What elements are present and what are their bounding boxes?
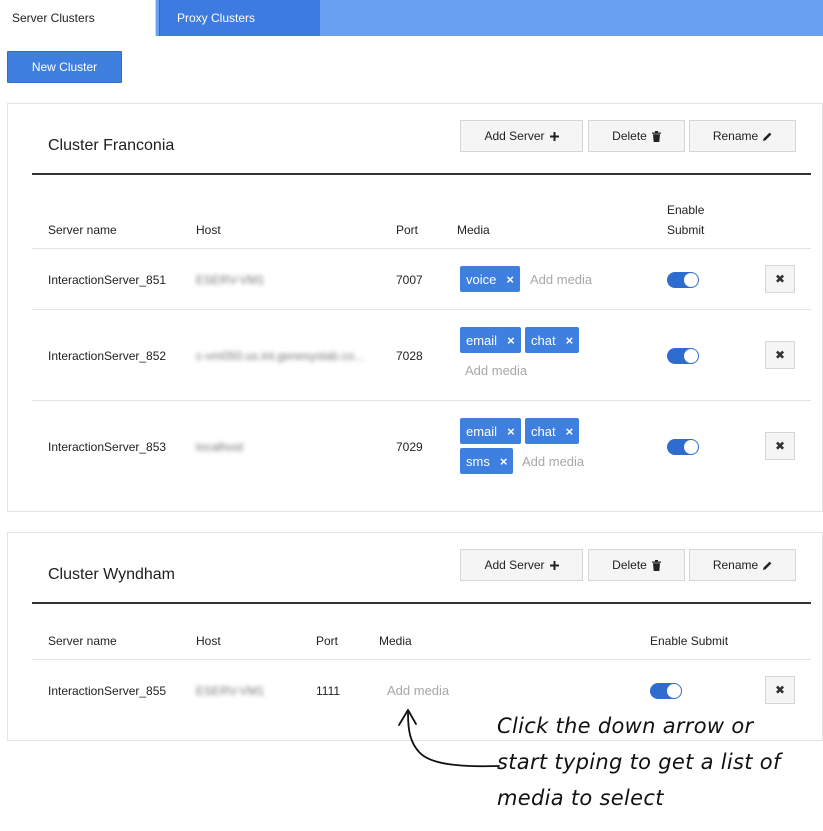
cluster-card-franconia: Cluster Franconia Add Server Delete Rena… — [7, 103, 823, 512]
annotation-line: start typing to get a list of — [497, 750, 781, 774]
delete-label: Delete — [612, 558, 647, 572]
remove-media-icon[interactable]: × — [507, 424, 515, 439]
plus-icon — [549, 131, 559, 141]
remove-media-icon[interactable]: × — [566, 424, 574, 439]
close-icon: ✖ — [774, 683, 786, 697]
server-name: InteractionServer_853 — [48, 440, 167, 454]
server-name: InteractionServer_855 — [48, 684, 167, 698]
enable-submit-toggle[interactable] — [667, 348, 699, 364]
media-chip-label: email — [466, 332, 498, 348]
enable-submit-toggle[interactable] — [667, 272, 699, 288]
col-enable-submit: Enable Submit — [667, 200, 704, 240]
delete-button[interactable]: Delete — [588, 120, 685, 152]
toggle-knob — [684, 349, 698, 363]
add-media-input[interactable]: Add media — [530, 272, 592, 287]
col-enable-line1: Enable — [667, 203, 705, 217]
media-chip-label: email — [466, 423, 498, 439]
annotation-arrow — [398, 709, 500, 768]
row-divider — [32, 400, 811, 401]
server-host: ESERV-VM1 — [196, 273, 265, 287]
toggle-knob — [667, 684, 681, 698]
remove-media-icon[interactable]: × — [566, 333, 574, 348]
add-server-label: Add Server — [484, 558, 545, 572]
close-icon: ✖ — [774, 272, 786, 286]
media-chip-label: chat — [531, 332, 556, 348]
header-divider — [32, 659, 811, 660]
pencil-icon — [763, 132, 772, 141]
tab-proxy-clusters[interactable]: Proxy Clusters — [159, 0, 320, 36]
media-chip-email: email × — [460, 327, 521, 353]
remove-server-button[interactable]: ✖ — [765, 432, 795, 460]
close-icon: ✖ — [774, 348, 786, 362]
server-port: 1111 — [316, 684, 341, 698]
add-media-input[interactable]: Add media — [522, 454, 584, 469]
trash-icon — [651, 559, 661, 571]
server-port: 7028 — [396, 349, 423, 363]
cluster-divider — [32, 602, 811, 604]
media-chip-label: voice — [466, 271, 497, 287]
annotation-note: Click the down arrow or start typing to … — [497, 708, 807, 816]
col-host: Host — [196, 223, 221, 237]
header-divider — [32, 248, 811, 249]
close-icon: ✖ — [774, 439, 786, 453]
col-enable-line2: Submit — [667, 223, 705, 237]
server-name: InteractionServer_852 — [48, 349, 167, 363]
server-port: 7029 — [396, 440, 423, 454]
media-chip-email: email × — [460, 418, 521, 444]
add-server-button[interactable]: Add Server — [460, 549, 583, 581]
media-chip-chat: chat × — [525, 418, 580, 444]
pencil-icon — [763, 561, 772, 570]
server-host: c-vm050.us.int.genesyslab.co... — [196, 349, 365, 363]
remove-media-icon[interactable]: × — [500, 454, 508, 469]
remove-server-button[interactable]: ✖ — [765, 676, 795, 704]
cluster-divider — [32, 173, 811, 175]
server-name: InteractionServer_851 — [48, 273, 167, 287]
remove-server-button[interactable]: ✖ — [765, 341, 795, 369]
tab-bar: Server Clusters Proxy Clusters — [0, 0, 823, 36]
col-media: Media — [379, 634, 412, 648]
server-host: localhost — [196, 440, 244, 454]
rename-button[interactable]: Rename — [689, 120, 796, 152]
col-server-name: Server name — [48, 634, 117, 648]
add-server-button[interactable]: Add Server — [460, 120, 583, 152]
col-port: Port — [396, 223, 419, 237]
delete-button[interactable]: Delete — [588, 549, 685, 581]
col-media: Media — [457, 223, 490, 237]
rename-label: Rename — [712, 129, 759, 143]
new-cluster-button[interactable]: New Cluster — [7, 51, 122, 83]
col-server-name: Server name — [48, 223, 117, 237]
media-chip-voice: voice × — [460, 266, 520, 292]
col-enable-submit: Enable Submit — [650, 634, 729, 648]
plus-icon — [549, 560, 559, 570]
cluster-title: Cluster Wyndham — [48, 566, 176, 583]
row-divider — [32, 309, 811, 310]
tab-server-clusters[interactable]: Server Clusters — [0, 0, 156, 36]
add-media-input[interactable]: Add media — [387, 683, 449, 698]
remove-media-icon[interactable]: × — [507, 333, 515, 348]
annotation-line: media to select — [497, 786, 664, 810]
server-host: ESERV-VM1 — [196, 684, 265, 698]
col-port: Port — [316, 634, 339, 648]
add-server-label: Add Server — [484, 129, 545, 143]
media-chip-label: sms — [466, 453, 490, 469]
server-port: 7007 — [396, 273, 423, 287]
toggle-knob — [684, 273, 698, 287]
cluster-title: Cluster Franconia — [48, 137, 175, 154]
remove-server-button[interactable]: ✖ — [765, 265, 795, 293]
rename-button[interactable]: Rename — [689, 549, 796, 581]
media-chip-label: chat — [531, 423, 556, 439]
media-chip-sms: sms × — [460, 448, 514, 474]
col-host: Host — [196, 634, 221, 648]
rename-label: Rename — [712, 558, 759, 572]
add-media-input[interactable]: Add media — [465, 363, 527, 378]
enable-submit-toggle[interactable] — [650, 683, 682, 699]
enable-submit-toggle[interactable] — [667, 439, 699, 455]
annotation-line: Click the down arrow or — [497, 714, 754, 738]
media-chip-chat: chat × — [525, 327, 580, 353]
toggle-knob — [684, 440, 698, 454]
remove-media-icon[interactable]: × — [506, 272, 514, 287]
trash-icon — [651, 130, 661, 142]
delete-label: Delete — [612, 129, 647, 143]
